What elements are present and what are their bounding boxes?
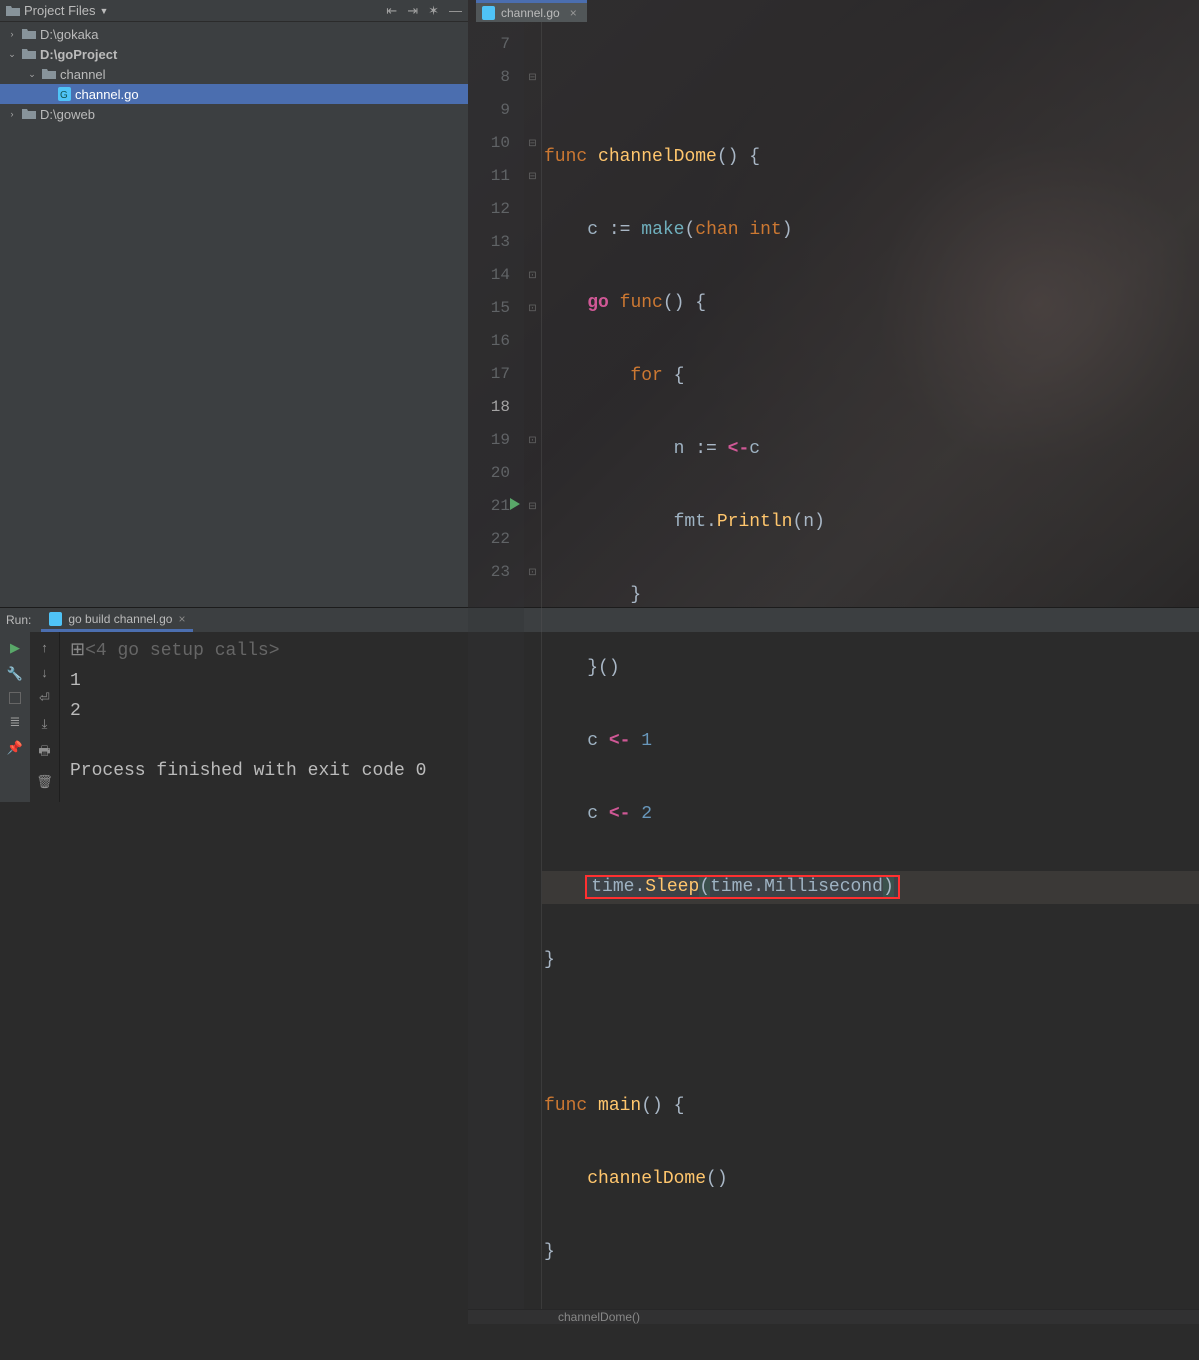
run-tab-label: go build channel.go bbox=[68, 612, 172, 626]
line-number: 8 bbox=[468, 61, 510, 94]
folder-icon bbox=[22, 28, 36, 40]
scroll-icon[interactable]: ⇥ bbox=[407, 3, 418, 19]
folder-icon bbox=[42, 68, 56, 80]
run-tool-column-left: ▶ 🔧 ≣ 📌 bbox=[0, 632, 30, 802]
tree-item[interactable]: ⌄ D:\goProject bbox=[0, 44, 468, 64]
fold-marker-icon[interactable]: ⊟ bbox=[524, 160, 541, 193]
folder-icon bbox=[6, 5, 20, 17]
editor-tab[interactable]: channel.go × bbox=[476, 0, 587, 22]
close-icon[interactable]: × bbox=[178, 612, 185, 626]
tab-label: channel.go bbox=[501, 6, 560, 20]
tree-item-selected[interactable]: G channel.go bbox=[0, 84, 468, 104]
line-number: 21 bbox=[468, 490, 510, 523]
sidebar-title-label: Project Files bbox=[24, 3, 96, 18]
chevron-right-icon: › bbox=[6, 109, 18, 119]
up-icon[interactable]: ↑ bbox=[41, 640, 48, 655]
go-file-icon bbox=[49, 612, 62, 626]
fold-column: ⊟ ⊟ ⊟ ⊡ ⊡ ⊡ ⊟ ⊡ bbox=[524, 22, 542, 1309]
project-tree: › D:\gokaka ⌄ D:\goProject ⌄ channel G c… bbox=[0, 22, 468, 607]
fold-end-icon[interactable]: ⊡ bbox=[524, 259, 541, 292]
highlighted-line: time.Sleep(time.Millisecond) bbox=[542, 871, 1199, 904]
line-number: 23 bbox=[468, 556, 510, 589]
run-gutter-icon[interactable] bbox=[510, 498, 520, 510]
line-number: 13 bbox=[468, 226, 510, 259]
tree-item[interactable]: › D:\gokaka bbox=[0, 24, 468, 44]
soft-wrap-icon[interactable]: ⏎ bbox=[39, 690, 50, 706]
breadcrumb-label: channelDome() bbox=[558, 1310, 640, 1324]
run-label: Run: bbox=[6, 613, 31, 627]
close-icon[interactable]: × bbox=[570, 6, 577, 20]
sidebar-header: Project Files ▼ ⇤ ⇥ ✶ — bbox=[0, 0, 468, 22]
breadcrumb[interactable]: channelDome() bbox=[468, 1309, 1199, 1324]
tree-item-label: D:\goweb bbox=[40, 107, 95, 122]
stop-icon[interactable]: 🔧 bbox=[7, 666, 23, 682]
chevron-down-icon: ⌄ bbox=[6, 49, 18, 60]
print-icon[interactable]: 🖶 bbox=[38, 742, 50, 764]
red-annotation-box: time.Sleep(time.Millisecond) bbox=[587, 877, 898, 897]
folder-icon bbox=[22, 108, 36, 120]
fold-marker-icon[interactable]: ⊟ bbox=[524, 490, 541, 523]
svg-text:G: G bbox=[60, 90, 68, 101]
rerun-icon[interactable]: ▶ bbox=[7, 640, 23, 656]
run-tool-column-right: ↑ ↓ ⏎ ⤓ 🖶 🗑 bbox=[30, 632, 60, 802]
tree-item[interactable]: › D:\goweb bbox=[0, 104, 468, 124]
tree-item-label: channel bbox=[60, 67, 106, 82]
hide-icon[interactable]: — bbox=[449, 3, 462, 19]
line-number: 15 bbox=[468, 292, 510, 325]
folder-icon bbox=[22, 48, 36, 60]
go-file-icon bbox=[482, 6, 495, 20]
down-icon[interactable]: ↓ bbox=[41, 665, 48, 680]
pin-icon[interactable]: 📌 bbox=[7, 740, 23, 756]
collapse-icon[interactable]: ⇤ bbox=[386, 3, 397, 19]
line-number: 22 bbox=[468, 523, 510, 556]
tree-item[interactable]: ⌄ channel bbox=[0, 64, 468, 84]
fold-end-icon[interactable]: ⊡ bbox=[524, 424, 541, 457]
line-number-current: 18 bbox=[468, 391, 510, 424]
line-number: 12 bbox=[468, 193, 510, 226]
line-number: 11 bbox=[468, 160, 510, 193]
fold-end-icon[interactable]: ⊡ bbox=[524, 292, 541, 325]
go-file-icon: G bbox=[58, 87, 71, 101]
line-number: 10 bbox=[468, 127, 510, 160]
project-sidebar: Project Files ▼ ⇤ ⇥ ✶ — › D:\gokaka ⌄ D:… bbox=[0, 0, 468, 607]
line-number: 19 bbox=[468, 424, 510, 457]
tree-item-label: D:\gokaka bbox=[40, 27, 99, 42]
fold-end-icon[interactable]: ⊡ bbox=[524, 556, 541, 589]
sidebar-title[interactable]: Project Files ▼ bbox=[6, 3, 108, 18]
chevron-right-icon: › bbox=[6, 29, 18, 39]
layout-icon[interactable]: ≣ bbox=[7, 714, 23, 730]
line-number: 14 bbox=[468, 259, 510, 292]
fold-marker-icon[interactable]: ⊟ bbox=[524, 127, 541, 160]
chevron-down-icon: ⌄ bbox=[26, 69, 38, 80]
stop-icon[interactable] bbox=[9, 692, 21, 704]
line-gutter[interactable]: 7 8 9 10 11 12 13 14 15 16 17 18 19 20 2… bbox=[468, 22, 524, 1309]
line-number: 7 bbox=[468, 28, 510, 61]
editor-tabs: channel.go × bbox=[468, 0, 1199, 22]
line-number: 17 bbox=[468, 358, 510, 391]
scroll-end-icon[interactable]: ⤓ bbox=[42, 716, 48, 732]
tree-item-label: channel.go bbox=[75, 87, 139, 102]
line-number: 9 bbox=[468, 94, 510, 127]
code-editor: channel.go × 7 8 9 10 11 12 13 14 15 16 … bbox=[468, 0, 1199, 607]
run-tab[interactable]: go build channel.go × bbox=[41, 608, 193, 632]
fold-marker-icon[interactable]: ⊟ bbox=[524, 61, 541, 94]
trash-icon[interactable]: 🗑 bbox=[36, 774, 53, 790]
tree-item-label: D:\goProject bbox=[40, 47, 117, 62]
line-number: 16 bbox=[468, 325, 510, 358]
code-content[interactable]: func channelDome() { c := make(chan int)… bbox=[542, 22, 1199, 1309]
gear-icon[interactable]: ✶ bbox=[428, 3, 439, 19]
dropdown-icon: ▼ bbox=[100, 6, 109, 16]
line-number: 20 bbox=[468, 457, 510, 490]
